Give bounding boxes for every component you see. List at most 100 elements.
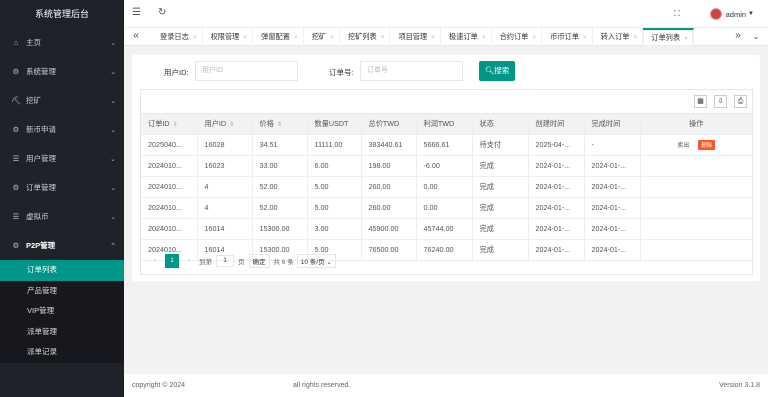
avatar [709, 8, 722, 20]
column-header[interactable]: 价格 ⇕ [252, 114, 308, 135]
table-cell: 完成 [472, 197, 529, 219]
search-button[interactable]: 🔍︎搜索 [479, 61, 515, 81]
close-icon[interactable]: × [431, 34, 435, 41]
table-cell: 76240.00 [416, 239, 473, 261]
sidebar-item-user[interactable]: ☰ 用户管理 ⌄ [0, 144, 124, 173]
close-icon[interactable]: × [684, 35, 688, 42]
table-cell: 2024-01-... [584, 176, 641, 198]
table-cell: 5.00 [307, 197, 362, 219]
sidebar-item-mining[interactable]: ⛏ 挖矿 ⌄ [0, 86, 124, 115]
table-cell: 2024010... [141, 155, 198, 177]
tab[interactable]: 极速订单 × [441, 28, 492, 46]
close-icon[interactable]: × [243, 34, 247, 41]
tab[interactable]: 项目管理 × [390, 28, 441, 46]
tab[interactable]: 弹窗配置 × [253, 28, 304, 46]
footer: copyright © 2024 all rights reserved. Ve… [124, 374, 768, 397]
sidebar-item-coin[interactable]: ⚙ 新币申请 ⌄ [0, 115, 124, 144]
table-cell: 5.00 [307, 176, 362, 198]
submenu-item[interactable]: 产品管理 [0, 281, 124, 302]
close-icon[interactable]: × [583, 34, 587, 41]
tab[interactable]: 登录日志 × [152, 28, 203, 46]
close-icon[interactable]: × [532, 34, 536, 41]
column-header: 完成时间 [584, 114, 641, 135]
sidebar-item-label: 新币申请 [26, 125, 56, 134]
goto-page-input[interactable]: 1 [216, 255, 234, 267]
columns-filter-icon[interactable]: ▦ [694, 95, 707, 108]
submenu-item[interactable]: VIP管理 [0, 301, 124, 322]
table-cell: 2024010... [141, 197, 198, 219]
table-cell: -6.00 [416, 155, 473, 177]
table-cell: 4 [197, 197, 253, 219]
username: admin [725, 9, 747, 19]
tab-label: 合约订单 [499, 32, 529, 41]
sort-icon[interactable]: ⇕ [229, 122, 234, 128]
table-cell: 15300.00 [252, 218, 308, 240]
sidebar-item-settings[interactable]: ⚙ 系统管理 ⌄ [0, 57, 124, 86]
refresh-icon[interactable]: ↻ [158, 7, 166, 18]
print-icon[interactable]: ⎙ [734, 95, 747, 108]
tab[interactable]: 币币订单 × [542, 28, 593, 46]
chevron-down-icon: ⌄ [110, 213, 116, 221]
fullscreen-icon[interactable]: ⛶ [674, 9, 680, 19]
order-no-label: 订单号: [329, 68, 354, 77]
sell-button[interactable]: 卖出 [677, 143, 689, 149]
mining-icon: ⛏ [11, 96, 21, 105]
close-icon[interactable]: × [193, 34, 197, 41]
column-header: 操作 [640, 114, 752, 135]
close-icon[interactable]: × [330, 34, 334, 41]
order-list-card: 用户ID: 用户ID 订单号: 订单号 🔍︎搜索 ▦ ⇩ ⎙ 订单ID ⇕ 用户ID… [132, 55, 760, 281]
order-table-box: ▦ ⇩ ⎙ 订单ID ⇕ 用户ID ⇕ 价格 ⇕ 数量USDT 总价TWD 利润TWD 状态 创建时… [140, 89, 753, 275]
table-row: 2025040... 16028 34.51 11111.00 383440.61 566… [141, 134, 752, 156]
table-cell: - [584, 134, 641, 156]
user-id-input[interactable]: 用户ID [195, 61, 298, 81]
export-icon[interactable]: ⇩ [714, 95, 727, 108]
chevron-down-icon: ⌄ [110, 68, 116, 76]
prev-page-icon[interactable]: ‹ [148, 254, 162, 268]
close-icon[interactable]: × [294, 34, 298, 41]
tab[interactable]: 挖矿列表 × [340, 28, 391, 46]
table-cell: 2025040... [141, 134, 198, 156]
submenu-item[interactable]: 订单列表 [0, 260, 124, 281]
order-no-input[interactable]: 订单号 [360, 61, 463, 81]
tabs-menu-icon[interactable]: ⌄ [746, 32, 766, 41]
tab[interactable]: 权限管理 × [203, 28, 254, 46]
submenu-item[interactable]: 派单管理 [0, 322, 124, 343]
sidebar-item-currency[interactable]: ☰ 虚拟币 ⌄ [0, 202, 124, 231]
sort-icon[interactable]: ⇕ [173, 122, 178, 128]
tab-label: 极速订单 [449, 32, 478, 41]
page-size-select[interactable]: 10 条/页 ⌄ [296, 254, 336, 268]
sort-icon[interactable]: ⇕ [277, 122, 282, 128]
tab[interactable]: 转入订单 × [593, 28, 644, 46]
close-icon[interactable]: × [633, 34, 637, 41]
table-cell: 完成 [472, 176, 529, 198]
sidebar-item-order[interactable]: ⚙ 订单管理 ⌄ [0, 173, 124, 202]
table-cell: 2024010... [141, 176, 198, 198]
currency-icon: ☰ [12, 212, 20, 221]
tab[interactable]: 挖矿 × [304, 28, 340, 46]
table-cell: 2024-01-... [584, 218, 641, 240]
tabs-prev-icon[interactable]: « [126, 30, 146, 41]
search-icon: 🔍︎ [484, 66, 495, 75]
submenu-item[interactable]: 派单记录 [0, 342, 124, 363]
tab-label: 订单列表 [651, 33, 681, 42]
column-header[interactable]: 订单ID ⇕ [141, 114, 198, 135]
table-cell: 383440.61 [361, 134, 417, 156]
tab[interactable]: 订单列表 × [643, 28, 694, 46]
column-header[interactable]: 用户ID ⇕ [197, 114, 253, 135]
tabs-next-icon[interactable]: » [728, 30, 748, 41]
close-icon[interactable]: × [482, 34, 486, 41]
table-cell [640, 155, 752, 177]
goto-confirm-button[interactable]: 确定 [248, 254, 270, 268]
sidebar-item-label: P2P管理 [26, 241, 56, 250]
table-cell: 33.00 [252, 155, 308, 177]
next-page-icon[interactable]: › [182, 254, 196, 268]
page-1[interactable]: 1 [165, 254, 179, 268]
sidebar-item-home[interactable]: ⌂ 主页 ⌄ [0, 28, 124, 57]
tab[interactable]: 合约订单 × [492, 28, 543, 46]
user-menu[interactable]: admin ▼ [709, 8, 754, 20]
chevron-down-icon: ⌄ [110, 126, 116, 134]
menu-toggle-icon[interactable]: ☰ [132, 7, 141, 18]
sidebar-item-p2p[interactable]: ⚙ P2P管理 ⌃ [0, 231, 124, 260]
close-icon[interactable]: × [381, 34, 385, 41]
delete-button[interactable]: 删除 [698, 139, 716, 150]
